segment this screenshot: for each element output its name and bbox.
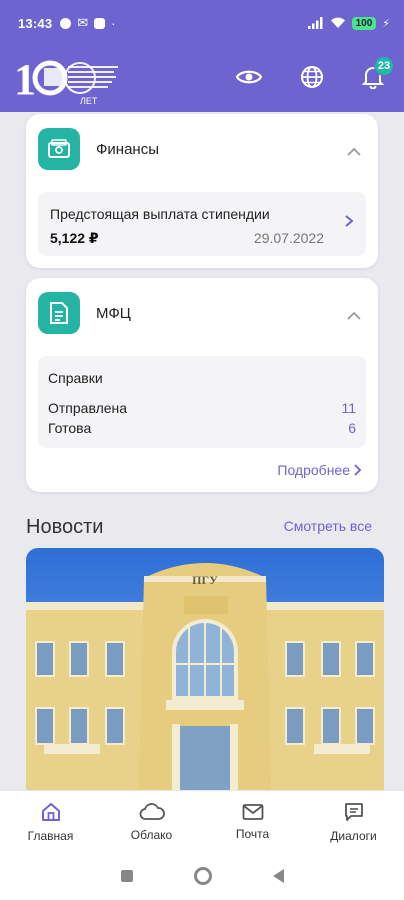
globe-icon — [301, 66, 323, 88]
status-bar: 13:43 ✉ · 100 ⚡ — [0, 0, 404, 46]
sent-count: 11 — [341, 400, 356, 416]
chevron-up-icon[interactable] — [346, 308, 362, 324]
mfc-card-icon — [38, 292, 80, 334]
sent-label: Отправлена — [48, 400, 128, 416]
wallet-icon — [48, 139, 70, 158]
signal-icon — [307, 17, 323, 29]
eye-icon — [236, 70, 262, 84]
svg-text:ЛЕТ: ЛЕТ — [80, 96, 98, 106]
certificates-ready-row: Готова 6 — [48, 420, 356, 436]
mfc-card: МФЦ Справки Отправлена 11 Готова 6 Подро… — [26, 278, 378, 492]
cloud-icon — [139, 802, 165, 820]
nav-dialogs[interactable]: Диалоги — [303, 791, 404, 852]
chevron-up-icon[interactable] — [346, 144, 362, 160]
mail-icon — [242, 803, 263, 820]
ready-label: Готова — [48, 420, 92, 436]
app-notification-icon — [94, 17, 106, 29]
certificates-title: Справки — [48, 370, 103, 386]
more-dot-icon: · — [111, 15, 116, 31]
building-sign: ПГУ — [192, 573, 218, 587]
nav-home-label: Главная — [27, 828, 74, 843]
scholarship-amount: 5,122 ₽ — [50, 230, 99, 246]
status-notification-icons: ✉ · — [60, 15, 116, 31]
app-header: 1 ЛЕТ 23 — [0, 46, 404, 112]
chevron-right-icon — [345, 215, 354, 227]
news-section-title: Новости — [26, 516, 104, 538]
see-all-news-link[interactable]: Смотреть все — [284, 518, 372, 534]
status-system-icons: 100 ⚡ — [307, 16, 390, 30]
system-navigation-bar — [0, 852, 404, 900]
more-details-link[interactable]: Подробнее — [277, 462, 362, 478]
battery-indicator: 100 — [351, 16, 377, 30]
chevron-right-icon — [354, 464, 362, 476]
main-content[interactable]: Финансы Предстоящая выплата стипендии 5,… — [0, 112, 404, 790]
news-item-image[interactable]: ПГУ — [26, 548, 384, 790]
finance-card: Финансы Предстоящая выплата стипендии 5,… — [26, 114, 378, 268]
wifi-icon — [330, 17, 345, 28]
scholarship-payment-item[interactable]: Предстоящая выплата стипендии 5,122 ₽ 29… — [38, 192, 366, 256]
certificates-section[interactable]: Справки Отправлена 11 Готова 6 — [38, 356, 366, 448]
charging-icon: ⚡ — [382, 17, 390, 30]
gmail-icon: ✉ — [77, 15, 89, 30]
home-system-button[interactable] — [193, 867, 212, 885]
notifications-button[interactable]: 23 — [358, 56, 394, 92]
nav-home[interactable]: Главная — [0, 791, 101, 852]
more-details-label: Подробнее — [277, 462, 350, 478]
certificates-sent-row: Отправлена 11 — [48, 400, 356, 416]
bottom-navigation: Главная Облако Почта Диалоги — [0, 790, 404, 852]
document-icon — [50, 302, 68, 324]
nav-cloud-label: Облако — [130, 827, 173, 842]
notification-p-icon — [60, 17, 72, 29]
chat-icon — [344, 802, 363, 821]
visibility-toggle-button[interactable] — [234, 62, 264, 92]
finance-card-icon — [38, 128, 80, 170]
ready-count: 6 — [348, 420, 356, 436]
nav-mail-label: Почта — [235, 826, 270, 841]
nav-cloud[interactable]: Облако — [101, 791, 202, 852]
recent-apps-button[interactable] — [120, 870, 133, 882]
mfc-card-title: МФЦ — [96, 305, 131, 322]
finance-card-title: Финансы — [96, 141, 159, 158]
status-time: 13:43 — [18, 15, 53, 31]
home-icon — [41, 802, 60, 821]
scholarship-label: Предстоящая выплата стипендии — [50, 206, 270, 222]
back-button[interactable] — [272, 869, 284, 883]
notifications-badge: 23 — [374, 56, 394, 76]
language-button[interactable] — [297, 62, 327, 92]
nav-mail[interactable]: Почта — [202, 791, 303, 852]
university-100-years-logo: 1 ЛЕТ — [14, 52, 124, 106]
scholarship-date: 29.07.2022 — [253, 230, 324, 246]
nav-dialogs-label: Диалоги — [330, 828, 377, 843]
